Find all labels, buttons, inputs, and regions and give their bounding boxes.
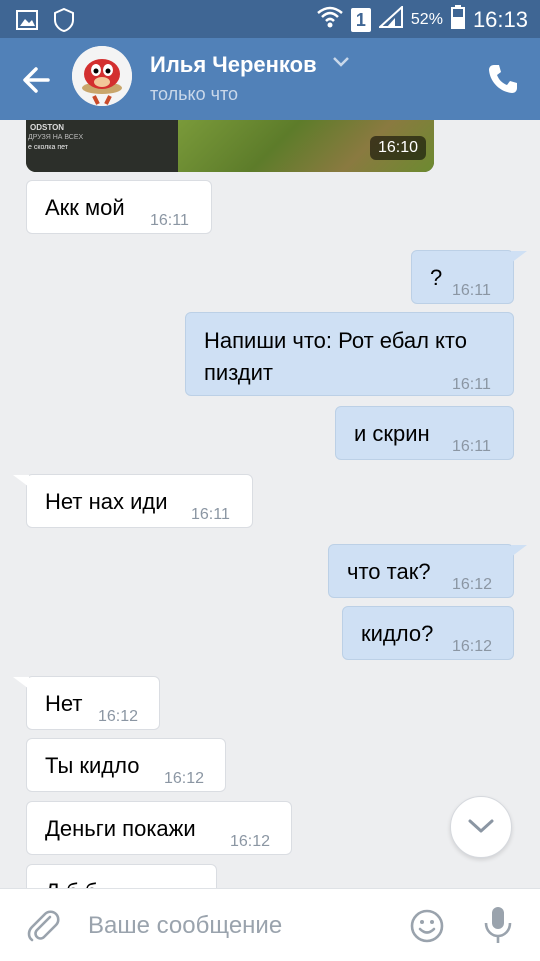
screenshot-text-top: ODSTON [30, 123, 65, 132]
attach-button[interactable] [26, 907, 60, 943]
wifi-icon [317, 6, 343, 33]
message-time: 16:11 [452, 376, 491, 393]
message-text: Деньги покажи [45, 816, 196, 841]
sim-badge: 1 [350, 7, 371, 32]
emoji-button[interactable] [410, 909, 444, 943]
arrow-left-icon [23, 67, 50, 93]
message-composer [0, 888, 540, 961]
outgoing-message[interactable]: и скрин 16:11 [335, 406, 514, 460]
message-time: 16:12 [452, 576, 493, 593]
battery-percent: 52% [410, 10, 443, 28]
avatar-image-icon [72, 46, 132, 106]
image-message[interactable]: ODSTON ДРУЗЯ НА ВСЕХ е сколка пет 16:10 [26, 120, 434, 172]
contact-status: только что [150, 84, 239, 104]
bubble-tail [511, 545, 527, 557]
message-time: 16:12 [452, 638, 493, 655]
contact-name[interactable]: Илья Черенков [150, 52, 317, 78]
message-time: 16:11 [150, 212, 189, 229]
outgoing-message[interactable]: что так? 16:12 [328, 544, 527, 598]
outgoing-message[interactable]: Напиши что: Рот ебал кто пиздит 16:11 [185, 312, 514, 396]
message-text: Д б б [45, 876, 97, 888]
outgoing-message[interactable]: ? 16:11 [411, 250, 527, 304]
clock: 16:13 [472, 6, 528, 32]
message-text: и скрин [354, 421, 430, 446]
message-text: Акк мой [45, 195, 125, 220]
incoming-message[interactable]: Нет 16:12 [13, 676, 160, 730]
smiley-icon [410, 909, 444, 943]
outgoing-message[interactable]: кидло? 16:12 [342, 606, 514, 660]
message-text: Ты кидло [45, 753, 140, 778]
signal-icon [377, 4, 403, 33]
message-text: что так? [347, 559, 431, 584]
message-text: Нет [45, 691, 83, 716]
back-button[interactable] [18, 60, 58, 100]
incoming-message[interactable]: Нет нах иди 16:11 [13, 474, 253, 528]
screenshot-left-panel: ODSTON ДРУЗЯ НА ВСЕХ е сколка пет [26, 120, 178, 172]
incoming-message[interactable]: Ты кидло 16:12 [26, 738, 226, 792]
screenshot-text-mid: ДРУЗЯ НА ВСЕХ [28, 134, 84, 141]
message-list[interactable]: ODSTON ДРУЗЯ НА ВСЕХ е сколка пет 16:10 … [0, 120, 540, 888]
message-time: 16:12 [98, 708, 139, 725]
message-time: 16:12 [164, 770, 205, 787]
shield-notification-icon [54, 7, 74, 37]
chat-header: Илья Черенков только что [0, 38, 540, 120]
bubble-tail [13, 475, 29, 487]
phone-icon [489, 65, 517, 93]
message-text: ? [430, 265, 443, 290]
avatar[interactable] [72, 46, 132, 106]
chevron-down-icon[interactable] [332, 56, 350, 68]
screenshot-text-bottom: е сколка пет [28, 144, 69, 151]
message-time: 16:10 [369, 136, 426, 160]
paperclip-icon [27, 910, 60, 942]
status-bar: 1 52% 16:13 [0, 0, 540, 38]
message-input[interactable] [86, 907, 390, 945]
call-button[interactable] [486, 62, 520, 96]
chevron-down-icon [468, 819, 494, 833]
message-time: 16:11 [452, 282, 491, 299]
microphone-icon [484, 907, 512, 943]
message-time: 16:12 [230, 833, 271, 850]
bubble-tail [511, 251, 527, 263]
incoming-message[interactable]: Деньги покажи 16:12 [26, 801, 292, 855]
incoming-message[interactable]: Д б б [26, 864, 217, 888]
message-text: Нет нах иди [45, 489, 168, 514]
message-time: 16:11 [191, 506, 230, 523]
scroll-to-bottom-button[interactable] [450, 796, 512, 858]
message-text: кидло? [361, 621, 434, 646]
battery-icon [450, 5, 465, 34]
message-time: 16:11 [452, 438, 491, 455]
incoming-message[interactable]: Акк мой 16:11 [26, 180, 212, 234]
voice-message-button[interactable] [482, 905, 514, 945]
gallery-notification-icon [16, 10, 38, 35]
bubble-tail [13, 677, 29, 689]
